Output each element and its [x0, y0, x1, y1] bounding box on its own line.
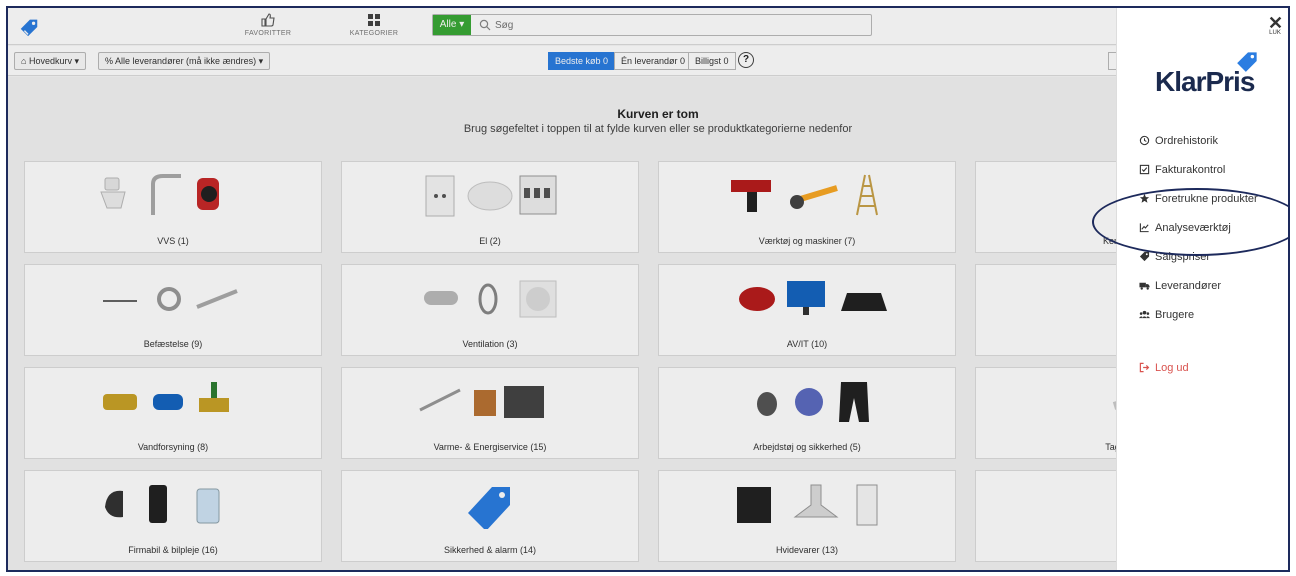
menu-item-label: Brugere: [1155, 308, 1195, 321]
brand-name: KlarPris: [1155, 66, 1255, 97]
line-chart-icon: [1139, 223, 1149, 233]
brand-logo: KlarPris: [1155, 52, 1285, 98]
truck-icon: [1139, 282, 1150, 290]
menu-item-label: Fakturakontrol: [1155, 163, 1226, 176]
history-icon: [1139, 135, 1150, 146]
close-icon: ✕: [1268, 13, 1284, 33]
tag-icon: [1139, 251, 1150, 262]
logout-label: Log ud: [1155, 361, 1189, 374]
logout-button[interactable]: Log ud: [1139, 353, 1288, 382]
app-window: FAVORITTER KATEGORIER Alle ▾ ⌂ Hovedkurv…: [6, 6, 1290, 572]
menu-item-analysis-tool[interactable]: Analyseværktøj: [1139, 213, 1288, 242]
dim-overlay[interactable]: [8, 8, 1116, 570]
side-menu: Ordrehistorik Fakturakontrol Foretrukne …: [1139, 126, 1288, 382]
menu-item-label: Ordrehistorik: [1155, 134, 1218, 147]
menu-item-label: Salgspriser: [1155, 250, 1211, 263]
close-label: LUK: [1269, 30, 1281, 36]
star-icon: [1139, 193, 1150, 203]
logout-icon: [1139, 362, 1150, 373]
side-menu-panel: ✕ LUK KlarPris Ordrehistorik Fakturakont…: [1116, 8, 1288, 570]
menu-item-sales-prices[interactable]: Salgspriser: [1139, 242, 1288, 271]
menu-item-label: Leverandører: [1155, 279, 1222, 292]
menu-item-invoice-control[interactable]: Fakturakontrol: [1139, 155, 1288, 184]
close-button[interactable]: ✕ LUK: [1268, 13, 1284, 36]
menu-item-preferred-products[interactable]: Foretrukne produkter: [1139, 184, 1288, 213]
menu-item-label: Analyseværktøj: [1155, 221, 1231, 234]
checkbox-icon: [1139, 164, 1150, 175]
menu-item-suppliers[interactable]: Leverandører: [1139, 271, 1288, 300]
menu-item-label: Foretrukne produkter: [1155, 192, 1258, 205]
menu-item-users[interactable]: Brugere: [1139, 300, 1288, 329]
users-icon: [1139, 310, 1150, 319]
menu-item-order-history[interactable]: Ordrehistorik: [1139, 126, 1288, 155]
